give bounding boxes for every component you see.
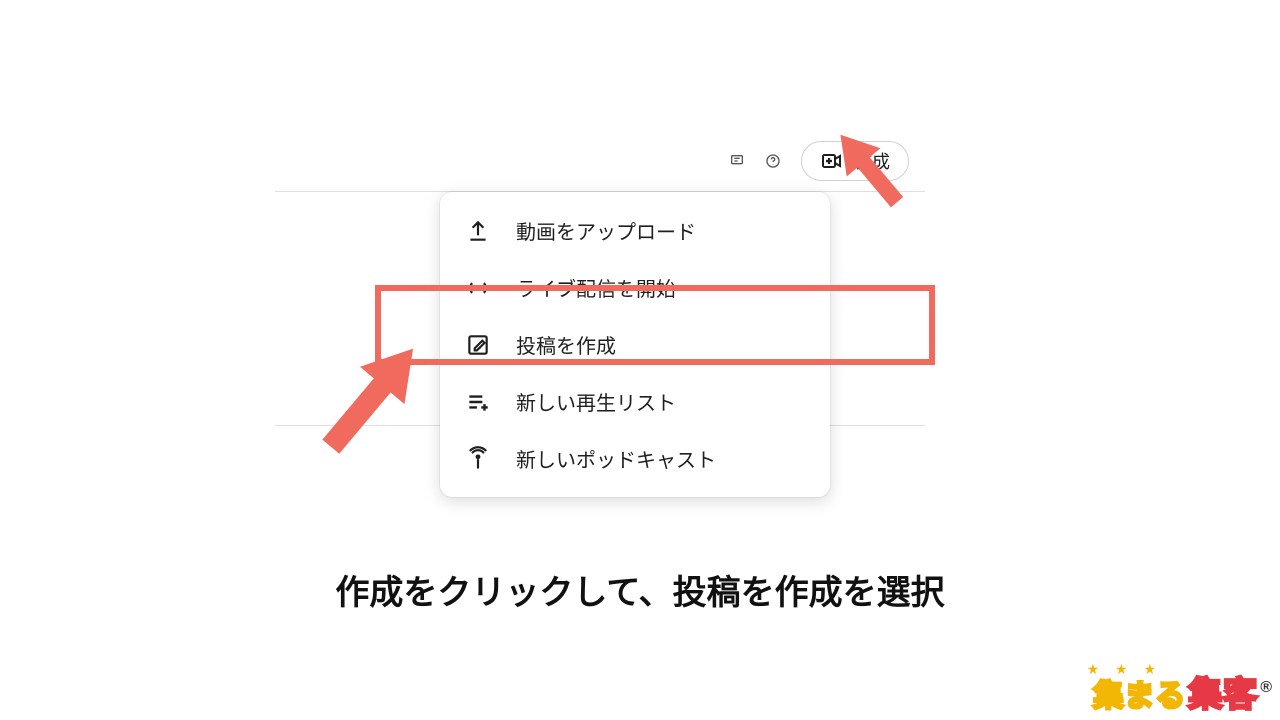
video-camera-plus-icon: [820, 149, 844, 173]
live-icon: [464, 274, 492, 302]
top-bar: 作成: [275, 130, 925, 192]
instruction-caption: 作成をクリックして、投稿を作成を選択: [0, 565, 1280, 614]
menu-item-label: ライブ配信を開始: [516, 273, 676, 302]
menu-item-create-post[interactable]: 投稿を作成: [440, 316, 830, 373]
create-button[interactable]: 作成: [801, 141, 909, 181]
menu-item-new-podcast[interactable]: 新しいポッドキャスト: [440, 430, 830, 487]
menu-item-new-playlist[interactable]: 新しい再生リスト: [440, 373, 830, 430]
podcast-icon: [464, 445, 492, 473]
create-dropdown: 動画をアップロード ライブ配信を開始 投稿を作成: [440, 192, 830, 497]
upload-icon: [464, 217, 492, 245]
registered-mark: ®: [1260, 679, 1272, 697]
menu-item-label: 動画をアップロード: [516, 216, 696, 245]
chat-feedback-icon[interactable]: [729, 153, 745, 169]
menu-item-label: 新しい再生リスト: [516, 387, 676, 416]
playlist-add-icon: [464, 388, 492, 416]
menu-item-go-live[interactable]: ライブ配信を開始: [440, 259, 830, 316]
brand-text-1: 集まる: [1093, 671, 1186, 715]
create-button-label: 作成: [854, 148, 890, 174]
brand-logo: 集まる 集客 ®: [1093, 667, 1272, 716]
help-icon[interactable]: [765, 153, 781, 169]
compose-icon: [464, 331, 492, 359]
annotation-arrow-to-post: [295, 325, 445, 475]
menu-item-label: 投稿を作成: [516, 330, 616, 359]
menu-item-upload-video[interactable]: 動画をアップロード: [440, 202, 830, 259]
menu-item-label: 新しいポッドキャスト: [516, 444, 716, 473]
brand-text-2: 集客: [1188, 667, 1258, 716]
